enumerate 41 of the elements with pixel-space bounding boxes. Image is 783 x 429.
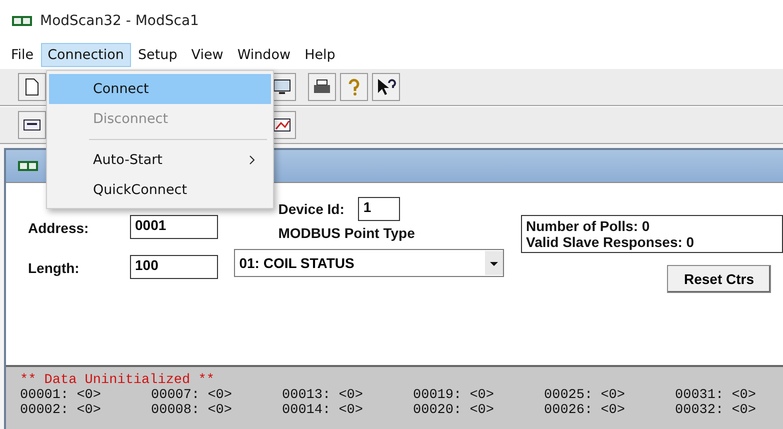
polls-count: Number of Polls: 0 [526,218,651,234]
data-value: 00032: <0> [675,403,758,418]
reset-counters-button[interactable]: Reset Ctrs [667,265,771,293]
chevron-right-icon [249,155,255,165]
display-icon[interactable] [18,111,46,139]
point-type-dropdown[interactable]: 01: COIL STATUS [234,249,504,277]
menu-option[interactable]: QuickConnect [49,175,271,205]
data-value: 00007: <0> [151,388,234,403]
menu-option[interactable]: Auto-Start [49,145,271,175]
data-value: 00002: <0> [20,403,102,418]
menu-item[interactable]: Help [298,43,342,67]
point-type-label: MODBUS Point Type [278,225,415,241]
data-value: 00008: <0> [151,403,234,418]
menu-item[interactable]: Connection [40,43,131,67]
menu-item[interactable]: Window [230,43,298,67]
length-label: Length: [28,260,80,276]
window-title: ModScan32 - ModSca1 [40,13,199,29]
data-value: 00031: <0> [675,388,758,403]
data-value: 00020: <0> [413,403,496,418]
device-id-label: Device Id: [278,201,344,217]
data-value: 00025: <0> [544,388,626,403]
menu-item[interactable]: File [4,43,41,67]
responses-count: Valid Slave Responses: 0 [526,234,696,250]
data-value: 00019: <0> [413,388,496,403]
address-field[interactable]: 0001 [130,215,218,239]
data-value: 00001: <0> [20,388,102,403]
menu-item[interactable]: Setup [130,43,184,67]
app-icon [12,16,32,26]
address-label: Address: [28,220,89,236]
new-document-icon[interactable] [18,73,46,101]
length-field[interactable]: 100 [130,255,218,279]
data-value: 00026: <0> [544,403,626,418]
context-help-icon[interactable] [372,73,400,101]
app-icon [18,161,38,171]
data-value: 00014: <0> [282,403,364,418]
printer-icon[interactable] [308,73,336,101]
menu-item[interactable]: View [184,43,230,67]
data-value: 00013: <0> [282,388,364,403]
menu-option[interactable]: Connect [49,74,271,104]
device-id-field[interactable]: 1 [358,197,400,221]
data-status: ** Data Uninitialized ** [20,373,216,388]
